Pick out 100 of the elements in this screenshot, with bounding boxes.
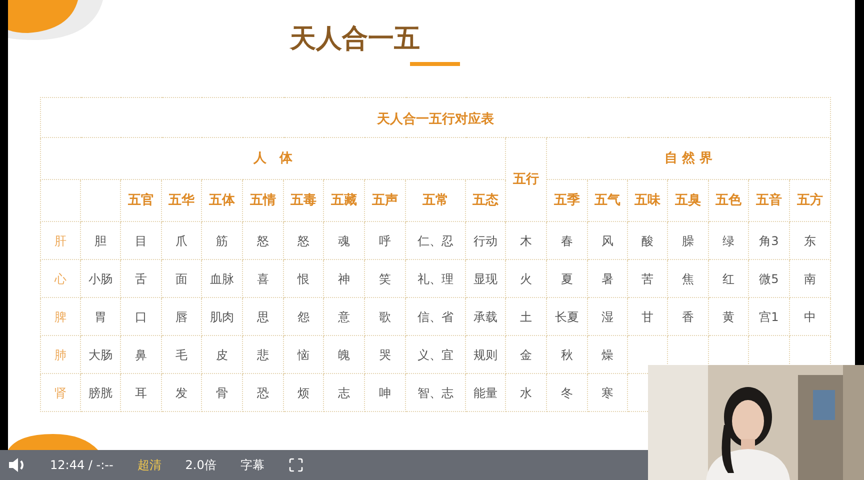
table-cell: 悲 — [242, 336, 284, 374]
speed-button[interactable]: 2.0倍 — [185, 456, 216, 474]
table-cell: 暑 — [588, 260, 628, 298]
table-cell: 呻 — [364, 374, 406, 412]
table-cell: 中 — [790, 298, 831, 336]
column-header: 五毒 — [284, 180, 324, 222]
table-cell: 面 — [162, 260, 202, 298]
table-cell: 爪 — [162, 222, 202, 260]
column-header: 五色 — [708, 180, 748, 222]
table-cell: 木 — [506, 222, 546, 260]
table-cell: 大肠 — [80, 336, 120, 374]
column-header: 五行 — [506, 138, 546, 222]
table-cell: 神 — [324, 260, 364, 298]
table-cell: 恼 — [284, 336, 324, 374]
table-cell: 智、志 — [406, 374, 466, 412]
table-cell: 烦 — [284, 374, 324, 412]
quality-button[interactable]: 超清 — [137, 456, 162, 474]
volume-icon[interactable] — [8, 457, 26, 473]
table-cell: 显现 — [466, 260, 506, 298]
column-header: 五体 — [202, 180, 242, 222]
table-cell: 仁、忍 — [406, 222, 466, 260]
table-cell: 火 — [506, 260, 546, 298]
table-cell: 风 — [588, 222, 628, 260]
table-cell: 怨 — [284, 298, 324, 336]
column-header: 五季 — [546, 180, 588, 222]
table-cell: 土 — [506, 298, 546, 336]
table-cell: 魂 — [324, 222, 364, 260]
table-cell: 哭 — [364, 336, 406, 374]
table-cell: 血脉 — [202, 260, 242, 298]
column-header: 五方 — [790, 180, 831, 222]
table-cell: 意 — [324, 298, 364, 336]
table-cell: 能量 — [466, 374, 506, 412]
table-cell: 志 — [324, 374, 364, 412]
table-cell: 金 — [506, 336, 546, 374]
table-caption: 天人合一五行对应表 — [377, 112, 494, 126]
table-cell: 胆 — [80, 222, 120, 260]
table-cell: 怒 — [284, 222, 324, 260]
fullscreen-icon[interactable] — [288, 457, 304, 473]
column-header: 五气 — [588, 180, 628, 222]
title-underline — [410, 62, 460, 66]
table-cell: 长夏 — [546, 298, 588, 336]
table-cell: 南 — [790, 260, 831, 298]
table-cell: 膀胱 — [80, 374, 120, 412]
table-cell: 水 — [506, 374, 546, 412]
column-header: 五味 — [628, 180, 668, 222]
table-cell: 苦 — [628, 260, 668, 298]
table-cell: 肌肉 — [202, 298, 242, 336]
column-header: 五华 — [162, 180, 202, 222]
table-cell: 规则 — [466, 336, 506, 374]
table-cell: 骨 — [202, 374, 242, 412]
table-cell: 小肠 — [80, 260, 120, 298]
table-cell: 礼、理 — [406, 260, 466, 298]
table-cell: 鼻 — [120, 336, 162, 374]
column-group-header: 人 体 — [40, 138, 506, 180]
table-cell: 红 — [708, 260, 748, 298]
table-cell: 歌 — [364, 298, 406, 336]
table-cell: 绿 — [708, 222, 748, 260]
table-cell: 春 — [546, 222, 588, 260]
table-cell: 微5 — [748, 260, 790, 298]
slide-title: 天人合一五 — [290, 24, 420, 54]
table-cell: 焦 — [668, 260, 708, 298]
playback-time: 12:44 / -:-- — [50, 457, 114, 474]
table-cell: 酸 — [628, 222, 668, 260]
table-cell: 筋 — [202, 222, 242, 260]
column-header: 五官 — [120, 180, 162, 222]
table-cell: 信、省 — [406, 298, 466, 336]
table-cell: 恨 — [284, 260, 324, 298]
table-cell: 笑 — [364, 260, 406, 298]
table-cell: 怒 — [242, 222, 284, 260]
table-cell: 夏 — [546, 260, 588, 298]
row-header: 肾 — [40, 374, 80, 412]
table-cell: 呼 — [364, 222, 406, 260]
table-cell: 恐 — [242, 374, 284, 412]
table-cell: 魄 — [324, 336, 364, 374]
table-cell: 东 — [790, 222, 831, 260]
row-header: 肝 — [40, 222, 80, 260]
subtitles-button[interactable]: 字幕 — [240, 456, 264, 474]
table-cell: 冬 — [546, 374, 588, 412]
column-header: 五常 — [406, 180, 466, 222]
table-cell: 臊 — [668, 222, 708, 260]
table-cell: 唇 — [162, 298, 202, 336]
table-cell: 思 — [242, 298, 284, 336]
table-cell: 承载 — [466, 298, 506, 336]
table-cell: 行动 — [466, 222, 506, 260]
table-cell: 宫1 — [748, 298, 790, 336]
table-cell: 舌 — [120, 260, 162, 298]
table-cell: 寒 — [588, 374, 628, 412]
table-cell: 香 — [668, 298, 708, 336]
table-cell: 口 — [120, 298, 162, 336]
table-cell: 耳 — [120, 374, 162, 412]
table-cell: 燥 — [588, 336, 628, 374]
table-cell: 皮 — [202, 336, 242, 374]
column-header: 五藏 — [324, 180, 364, 222]
column-header: 五声 — [364, 180, 406, 222]
column-header: 五情 — [242, 180, 284, 222]
table-cell: 胃 — [80, 298, 120, 336]
column-header: 五音 — [748, 180, 790, 222]
row-header: 心 — [40, 260, 80, 298]
row-header: 脾 — [40, 298, 80, 336]
column-header: 五臭 — [668, 180, 708, 222]
